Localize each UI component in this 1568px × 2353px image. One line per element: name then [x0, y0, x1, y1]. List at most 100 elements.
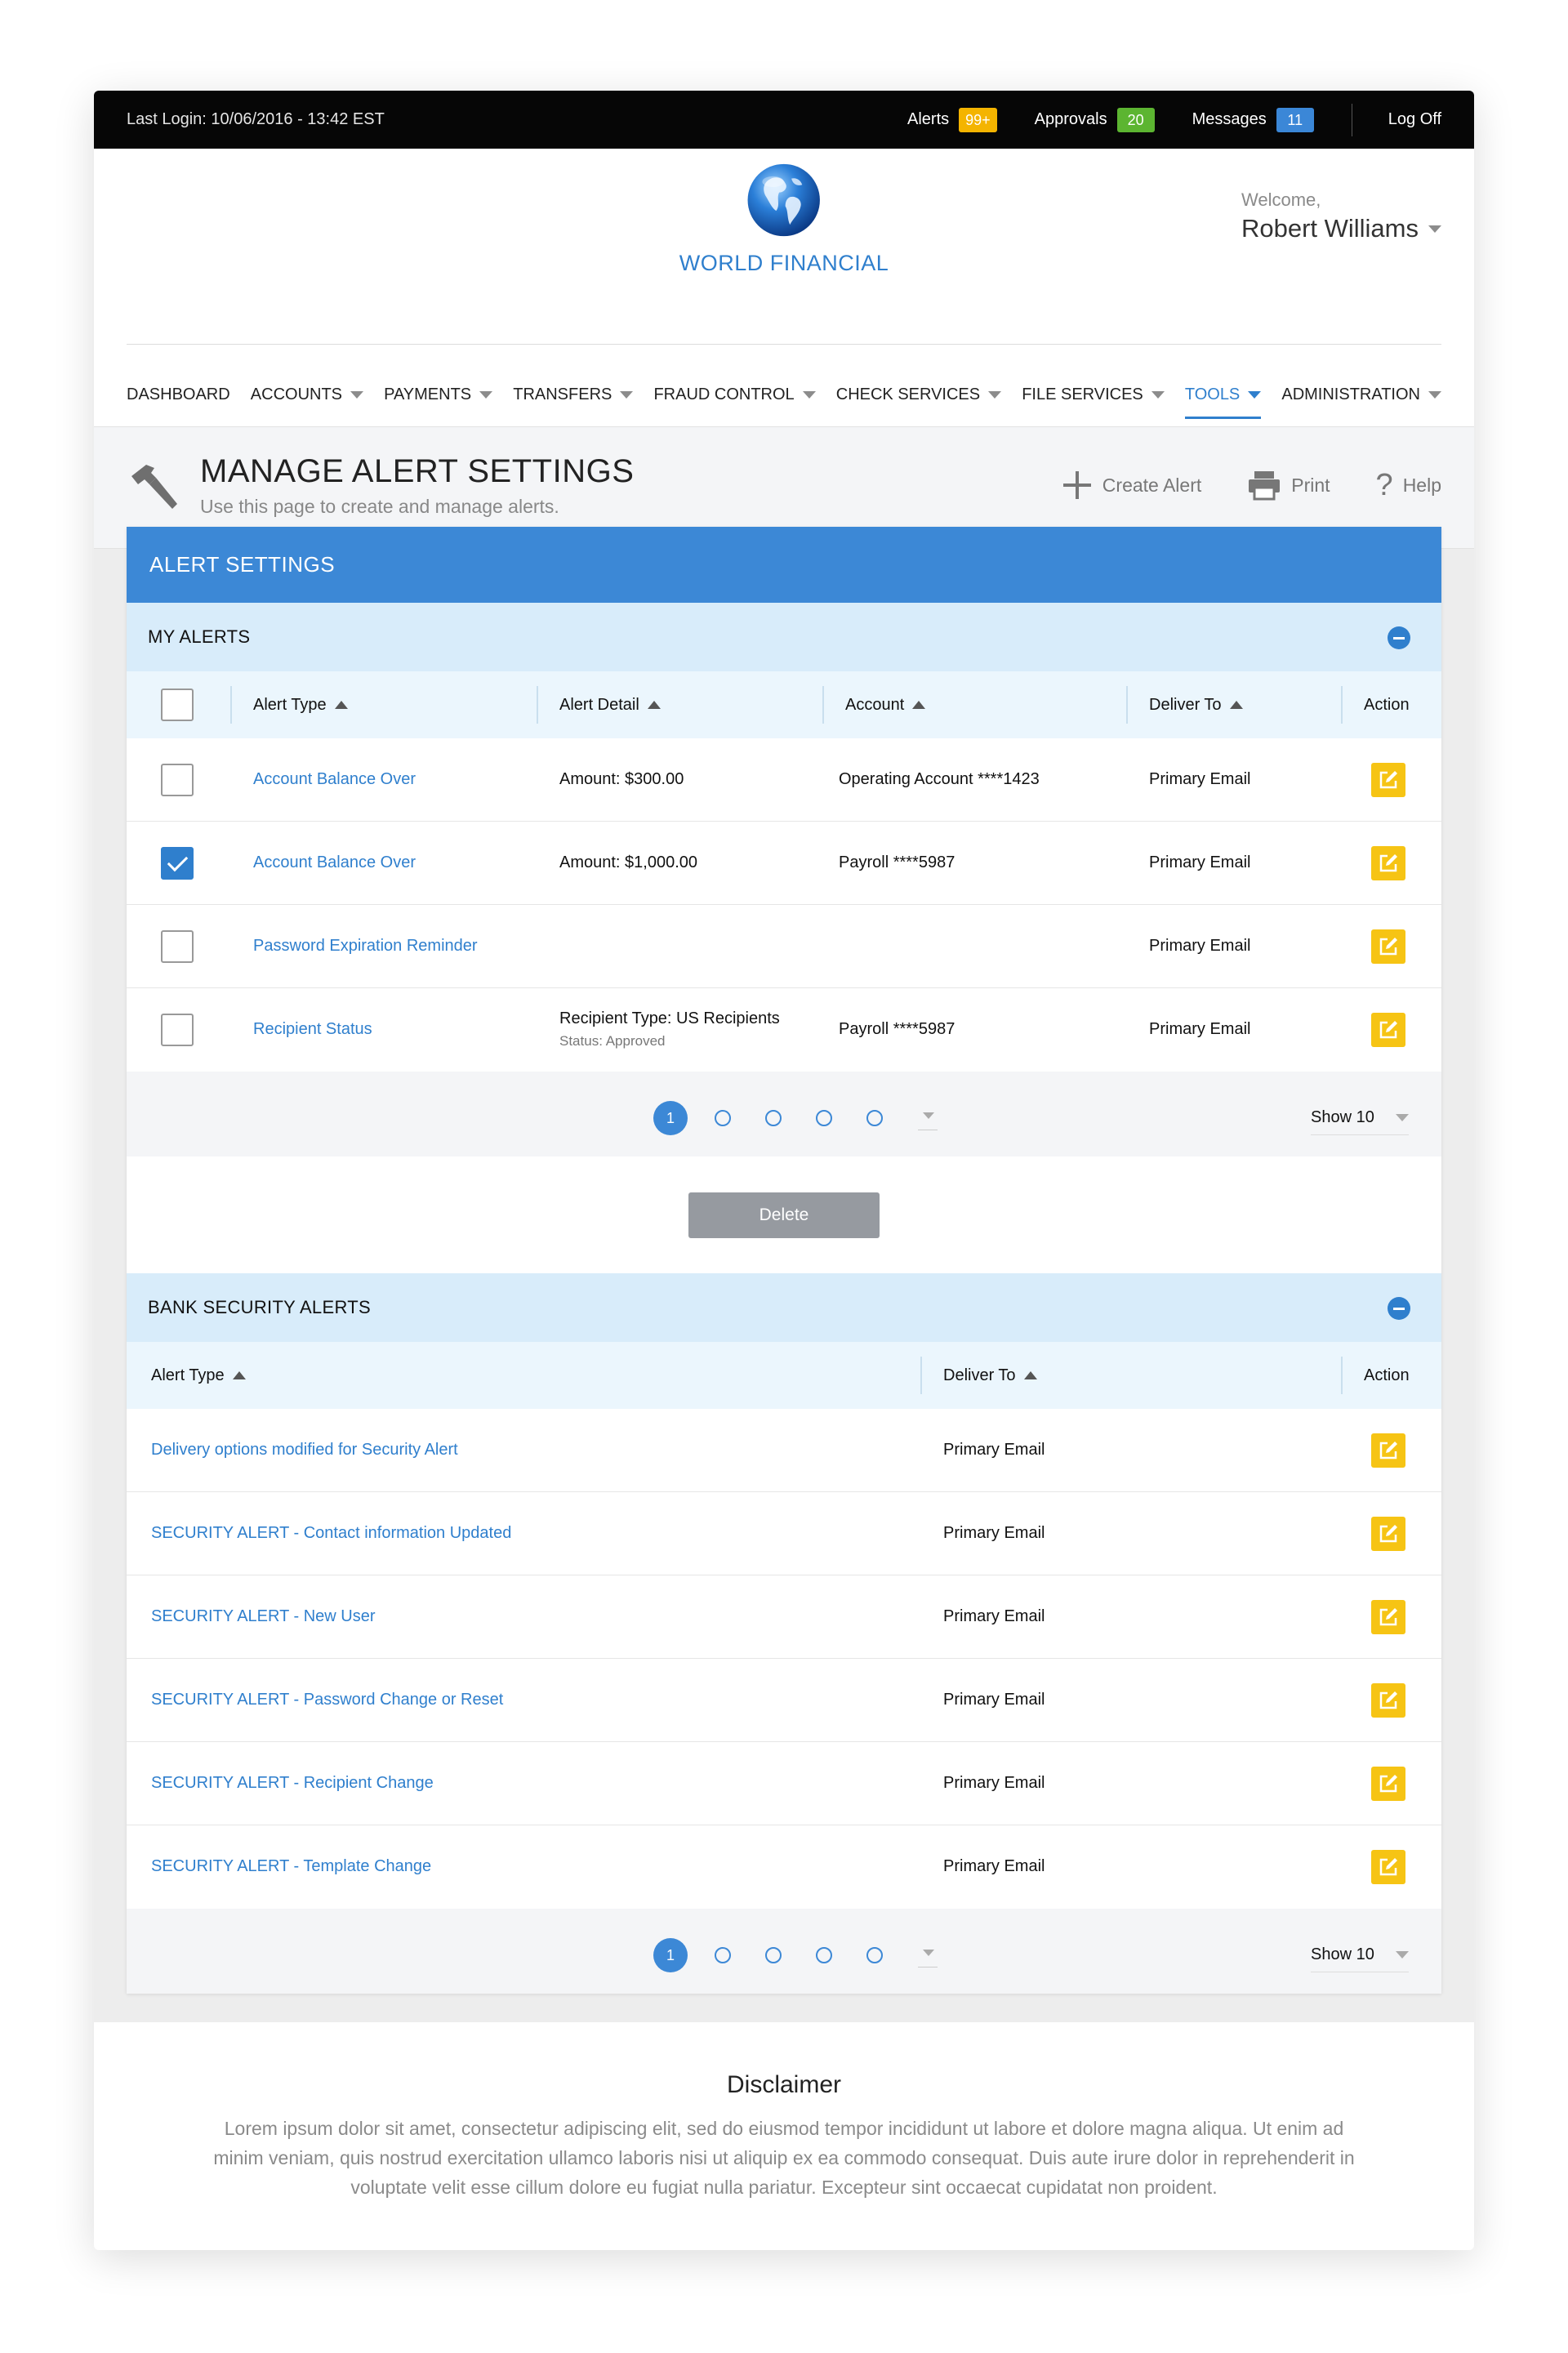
- page-current[interactable]: 1: [653, 1938, 688, 1972]
- nav-tools[interactable]: TOOLS: [1184, 369, 1262, 419]
- page-dot[interactable]: [816, 1947, 832, 1963]
- column-divider: [230, 686, 232, 724]
- row-checkbox[interactable]: [161, 764, 194, 796]
- main-nav: DASHBOARD ACCOUNTS PAYMENTS TRANSFERS FR…: [127, 369, 1441, 419]
- nav-dashboard[interactable]: DASHBOARD: [127, 369, 230, 404]
- more-pages-dropdown[interactable]: [918, 1943, 938, 1968]
- column-divider: [920, 1357, 922, 1394]
- sort-alert-type[interactable]: Alert Type: [253, 671, 348, 738]
- sort-alert-type[interactable]: Alert Type: [151, 1342, 246, 1409]
- nav-check-services[interactable]: CHECK SERVICES: [836, 369, 1002, 404]
- print-button[interactable]: Print: [1247, 470, 1330, 501]
- alert-type-link[interactable]: Account Balance Over: [253, 853, 416, 872]
- edit-button[interactable]: [1371, 1600, 1405, 1634]
- alert-type-link[interactable]: SECURITY ALERT - Template Change: [151, 1857, 431, 1876]
- page-dot[interactable]: [765, 1947, 782, 1963]
- page-dot[interactable]: [715, 1947, 731, 1963]
- edit-button[interactable]: [1371, 1013, 1405, 1047]
- column-header: Alert Type: [151, 1366, 225, 1384]
- approvals-label: Approvals: [1034, 110, 1107, 128]
- nav-transfers[interactable]: TRANSFERS: [513, 369, 634, 404]
- approvals-link[interactable]: Approvals 20: [1034, 107, 1155, 132]
- edit-button[interactable]: [1371, 846, 1405, 880]
- column-divider: [822, 686, 824, 724]
- sort-up-icon: [912, 701, 926, 709]
- page-current[interactable]: 1: [653, 1101, 688, 1135]
- row-checkbox[interactable]: [161, 847, 194, 880]
- edit-button[interactable]: [1371, 763, 1405, 797]
- welcome-label: Welcome,: [1241, 189, 1321, 210]
- alert-type-link[interactable]: SECURITY ALERT - New User: [151, 1607, 376, 1626]
- sort-account[interactable]: Account: [845, 671, 926, 738]
- more-pages-dropdown[interactable]: [918, 1106, 938, 1130]
- app-window: Last Login: 10/06/2016 - 13:42 EST Alert…: [94, 91, 1474, 2250]
- alert-type-link[interactable]: Delivery options modified for Security A…: [151, 1441, 458, 1459]
- sort-alert-detail[interactable]: Alert Detail: [559, 671, 661, 738]
- column-divider: [1341, 686, 1343, 724]
- messages-link[interactable]: Messages 11: [1192, 107, 1314, 132]
- edit-button[interactable]: [1371, 1767, 1405, 1801]
- alerts-label: Alerts: [907, 110, 950, 128]
- page-subtitle: Use this page to create and manage alert…: [200, 496, 559, 517]
- row-checkbox[interactable]: [161, 930, 194, 963]
- page-size-select[interactable]: Show 10: [1311, 1938, 1409, 1972]
- page-dot[interactable]: [866, 1947, 883, 1963]
- select-all-checkbox[interactable]: [161, 689, 194, 721]
- create-alert-button[interactable]: Create Alert: [1062, 470, 1201, 501]
- help-label: Help: [1402, 474, 1441, 496]
- alert-detail: Amount: $1,000.00: [559, 853, 698, 871]
- nav-administration[interactable]: ADMINISTRATION: [1281, 369, 1441, 404]
- brand-logo[interactable]: WORLD FINANCIAL: [679, 162, 889, 276]
- action-column-header: Action: [1364, 671, 1410, 738]
- nav-file-services[interactable]: FILE SERVICES: [1022, 369, 1165, 404]
- alerts-link[interactable]: Alerts 99+: [907, 107, 997, 132]
- sort-deliver-to[interactable]: Deliver To: [943, 1342, 1037, 1409]
- alert-type-link[interactable]: Recipient Status: [253, 1020, 372, 1039]
- alert-settings-panel: ALERT SETTINGS MY ALERTS Alert Type Aler…: [127, 527, 1441, 1994]
- page-dot[interactable]: [765, 1110, 782, 1126]
- column-header: Alert Type: [253, 695, 327, 714]
- alert-type-link[interactable]: Password Expiration Reminder: [253, 937, 478, 956]
- deliver-to-value: Primary Email: [943, 1857, 1045, 1875]
- nav-label: ADMINISTRATION: [1281, 385, 1420, 403]
- edit-button[interactable]: [1371, 929, 1405, 964]
- page-dot[interactable]: [866, 1110, 883, 1126]
- edit-button[interactable]: [1371, 1517, 1405, 1551]
- account-value: Operating Account ****1423: [839, 770, 1040, 788]
- hammer-icon: [131, 465, 177, 509]
- chevron-down-icon: [1428, 391, 1441, 399]
- alert-type-link[interactable]: SECURITY ALERT - Contact information Upd…: [151, 1524, 511, 1543]
- edit-button[interactable]: [1371, 1683, 1405, 1718]
- collapse-icon[interactable]: [1388, 1297, 1410, 1320]
- sort-up-icon: [1023, 1371, 1037, 1379]
- nav-fraud-control[interactable]: FRAUD CONTROL: [653, 369, 816, 404]
- page-size-select[interactable]: Show 10: [1311, 1101, 1409, 1135]
- page-dot[interactable]: [715, 1110, 731, 1126]
- column-divider: [1341, 1357, 1343, 1394]
- row-checkbox[interactable]: [161, 1014, 194, 1046]
- account-value: Payroll ****5987: [839, 853, 956, 871]
- alert-type-link[interactable]: SECURITY ALERT - Password Change or Rese…: [151, 1691, 503, 1709]
- alert-type-link[interactable]: SECURITY ALERT - Recipient Change: [151, 1774, 434, 1793]
- disclaimer-section: Disclaimer Lorem ipsum dolor sit amet, c…: [94, 2022, 1474, 2250]
- nav-payments[interactable]: PAYMENTS: [384, 369, 493, 404]
- plus-icon: [1062, 471, 1091, 499]
- help-button[interactable]: ? Help: [1376, 470, 1441, 501]
- bank-alerts-title: BANK SECURITY ALERTS: [148, 1297, 371, 1317]
- alert-detail-status: Status: Approved: [559, 1033, 666, 1049]
- page-dot[interactable]: [816, 1110, 832, 1126]
- edit-button[interactable]: [1371, 1850, 1405, 1884]
- page-actions: Create Alert Print ? Help: [1062, 470, 1441, 501]
- edit-button[interactable]: [1371, 1433, 1405, 1468]
- nav-accounts[interactable]: ACCOUNTS: [251, 369, 364, 404]
- log-off-link[interactable]: Log Off: [1388, 110, 1441, 129]
- table-row: SECURITY ALERT - Recipient Change Primar…: [127, 1742, 1441, 1825]
- messages-badge: 11: [1276, 107, 1314, 132]
- panel-title: ALERT SETTINGS: [127, 527, 1441, 603]
- edit-icon: [1379, 1608, 1397, 1626]
- collapse-icon[interactable]: [1388, 626, 1410, 649]
- delete-button[interactable]: Delete: [688, 1192, 880, 1238]
- user-menu[interactable]: Welcome, Robert Williams: [1241, 189, 1441, 243]
- alert-type-link[interactable]: Account Balance Over: [253, 770, 416, 789]
- sort-deliver-to[interactable]: Deliver To: [1149, 671, 1243, 738]
